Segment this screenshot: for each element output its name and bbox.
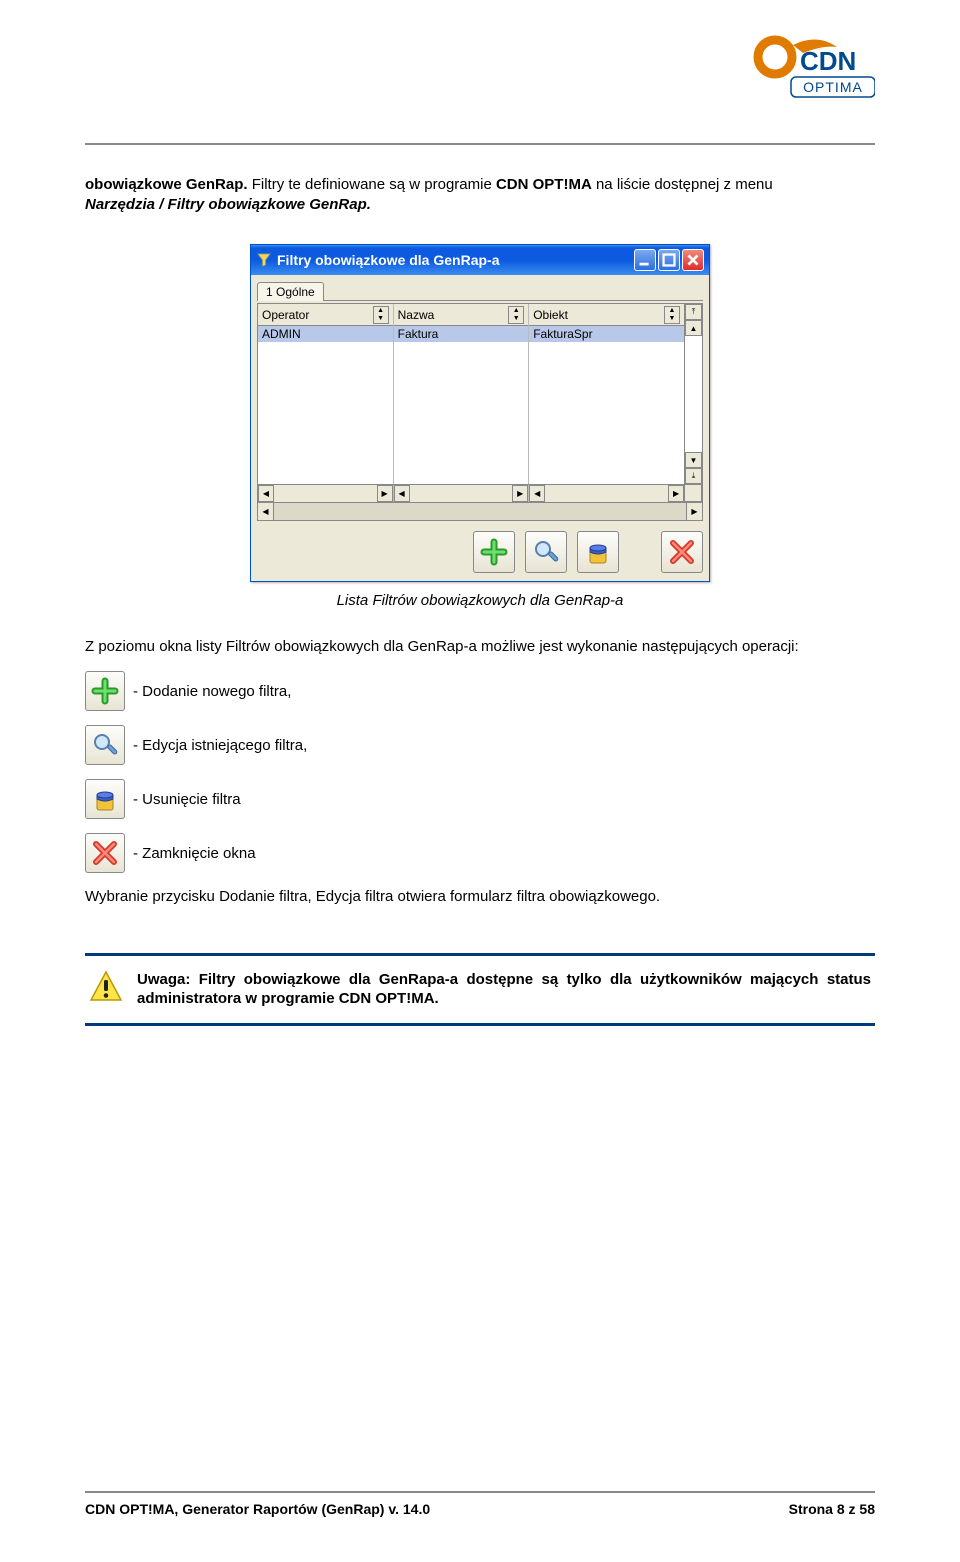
scroll-down-icon[interactable]: ▼ — [685, 452, 702, 468]
logo: CDN OPTIMA — [745, 35, 875, 105]
close-icon — [85, 833, 125, 873]
scroll-bottom-icon[interactable]: ⤓ — [685, 468, 702, 484]
warning-icon — [89, 970, 123, 1006]
column-operator: Operator ▲▼ ADMIN — [258, 304, 394, 484]
operation-add: - Dodanie nowego filtra, — [85, 671, 875, 711]
operation-label: - Dodanie nowego filtra, — [133, 683, 291, 700]
grid: Operator ▲▼ ADMIN Nazwa ▲▼ Faktura — [257, 303, 703, 503]
tab-general[interactable]: 1 Ogólne — [257, 282, 324, 301]
scroll-left-icon[interactable]: ◀ — [258, 503, 274, 520]
scroll-right-icon[interactable]: ▶ — [686, 503, 702, 520]
operation-label: - Zamknięcie okna — [133, 845, 256, 862]
horizontal-scrollbar[interactable]: ◀ ▶ — [257, 503, 703, 521]
tab-strip: 1 Ogólne — [257, 281, 703, 301]
footer-left: CDN OPT!MA, Generator Raportów (GenRap) … — [85, 1501, 430, 1517]
plus-icon — [85, 671, 125, 711]
intro-bold1: obowiązkowe GenRap. — [85, 176, 248, 193]
magnifier-icon — [85, 725, 125, 765]
window-toolbar — [257, 531, 703, 573]
after-list-paragraph: Wybranie przycisku Dodanie filtra, Edycj… — [85, 887, 875, 907]
edit-button[interactable] — [525, 531, 567, 573]
operation-delete: - Usunięcie filtra — [85, 779, 875, 819]
alert-box: Uwaga: Filtry obowiązkowe dla GenRapa-a … — [85, 953, 875, 1026]
cell[interactable]: FakturaSpr — [529, 326, 684, 343]
col-header-label[interactable]: Operator — [262, 308, 309, 322]
scroll-top-icon[interactable]: ⤒ — [685, 304, 702, 320]
sort-spinner[interactable]: ▲▼ — [373, 306, 389, 324]
bin-icon — [85, 779, 125, 819]
logo-bottom: OPTIMA — [803, 79, 863, 95]
add-button[interactable] — [473, 531, 515, 573]
description: Z poziomu okna listy Filtrów obowiązkowy… — [85, 637, 875, 657]
filter-icon — [256, 252, 272, 268]
maximize-button[interactable] — [658, 249, 680, 271]
cell[interactable]: ADMIN — [258, 326, 393, 343]
window-title: Filtry obowiązkowe dla GenRap-a — [277, 252, 499, 268]
col-header-label[interactable]: Nazwa — [398, 308, 435, 322]
cell[interactable]: Faktura — [394, 326, 529, 343]
operation-edit: - Edycja istniejącego filtra, — [85, 725, 875, 765]
xp-window: Filtry obowiązkowe dla GenRap-a 1 Ogólne — [250, 244, 710, 582]
operation-label: - Usunięcie filtra — [133, 791, 241, 808]
minimize-button[interactable] — [634, 249, 656, 271]
operation-list: - Dodanie nowego filtra, - Edycja istnie… — [85, 671, 875, 873]
column-obiekt: Obiekt ▲▼ FakturaSpr — [529, 304, 684, 484]
col-header-label[interactable]: Obiekt — [533, 308, 568, 322]
page-footer: CDN OPT!MA, Generator Raportów (GenRap) … — [85, 1491, 875, 1517]
operation-close: - Zamknięcie okna — [85, 833, 875, 873]
operation-label: - Edycja istniejącego filtra, — [133, 737, 307, 754]
window-close-button[interactable] — [682, 249, 704, 271]
intro-italic: Narzędzia / Filtry obowiązkowe GenRap. — [85, 196, 371, 213]
screenshot-caption: Lista Filtrów obowiązkowych dla GenRap-a — [85, 592, 875, 609]
per-column-scroll[interactable]: ◀▶ ◀▶ ◀▶ — [258, 484, 684, 502]
page-header: CDN OPTIMA — [85, 30, 875, 145]
titlebar: Filtry obowiązkowe dla GenRap-a — [251, 245, 709, 275]
logo-top: CDN — [800, 46, 856, 76]
scroll-up-icon[interactable]: ▲ — [685, 320, 702, 336]
vertical-scrollbar[interactable]: ⤒ ▲ ▼ ⤓ — [684, 304, 702, 484]
footer-right: Strona 8 z 58 — [789, 1501, 875, 1517]
delete-button[interactable] — [577, 531, 619, 573]
close-button[interactable] — [661, 531, 703, 573]
sort-spinner[interactable]: ▲▼ — [508, 306, 524, 324]
sort-spinner[interactable]: ▲▼ — [664, 306, 680, 324]
column-nazwa: Nazwa ▲▼ Faktura — [394, 304, 530, 484]
intro-paragraph: obowiązkowe GenRap. Filtry te definiowan… — [85, 175, 875, 214]
alert-text: Uwaga: Filtry obowiązkowe dla GenRapa-a … — [137, 970, 871, 1009]
intro-bold2: CDN OPT!MA — [496, 176, 592, 193]
